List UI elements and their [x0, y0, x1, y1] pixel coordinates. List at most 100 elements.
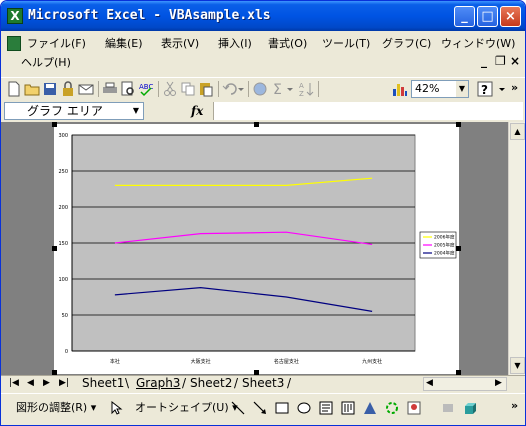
undo-icon[interactable] [222, 81, 244, 97]
oval-tool-icon[interactable] [297, 401, 311, 415]
spelling-icon[interactable]: ABC [138, 81, 154, 97]
hyperlink-icon[interactable] [252, 81, 268, 97]
tab-sheet2[interactable]: Sheet2 [190, 376, 232, 391]
excel-icon[interactable]: X [7, 8, 23, 24]
diagram-icon[interactable] [385, 401, 399, 415]
selection-handle[interactable] [456, 246, 461, 251]
insert-function-icon[interactable]: fx [191, 103, 203, 119]
autosum-icon[interactable]: Σ [272, 81, 294, 97]
tab-sheet3[interactable]: Sheet3 [242, 376, 284, 391]
selection-handle[interactable] [456, 122, 461, 127]
window-title: Microsoft Excel - VBAsample.xls [28, 8, 271, 23]
prev-sheet-icon[interactable]: ◀ [27, 377, 34, 390]
workbook-icon[interactable] [7, 36, 21, 51]
svg-text:A: A [299, 82, 304, 90]
arrow-tool-icon[interactable] [253, 401, 267, 415]
legend-label: 2004年度 [434, 250, 455, 257]
chart-sheet-area: 0 50 100 150 200 250 300 本社 大阪支社 名古屋支社 九州支社 2006年度 2… [1, 122, 508, 375]
zoom-box[interactable]: 42% ▼ [411, 80, 469, 98]
scroll-up-icon[interactable]: ▲ [510, 123, 525, 140]
y-tick-label: 50 [62, 313, 68, 319]
x-tick-label: 九州支社 [362, 358, 382, 365]
fill-color-icon[interactable] [441, 401, 455, 415]
menu-tools[interactable]: ツール(T) [322, 35, 370, 53]
close-icon: × [505, 9, 516, 24]
selection-handle[interactable] [52, 246, 57, 251]
drawing-toolbar-options-button[interactable]: » [511, 399, 518, 413]
help-icon[interactable]: ? [477, 81, 493, 97]
formula-input[interactable] [213, 102, 523, 120]
menu-file[interactable]: ファイル(F) [27, 35, 86, 53]
toolbar-separator [318, 81, 319, 97]
y-tick-label: 150 [58, 241, 68, 247]
chart-wizard-icon[interactable] [392, 81, 408, 97]
menu-window[interactable]: ウィンドウ(W) [441, 35, 515, 53]
select-objects-icon[interactable] [109, 401, 123, 415]
clip-art-icon[interactable] [407, 401, 421, 415]
excel-window: X Microsoft Excel - VBAsample.xls _ □ × … [0, 0, 526, 426]
last-sheet-icon[interactable]: ▶| [59, 377, 69, 390]
tab-sheet1[interactable]: Sheet1 [82, 376, 124, 391]
toolbar-dropdown-icon[interactable] [497, 81, 507, 97]
paste-icon[interactable] [198, 81, 214, 97]
name-box[interactable]: グラフ エリア [4, 102, 144, 120]
close-button[interactable]: × [500, 6, 521, 27]
minimize-icon: _ [461, 9, 468, 24]
menu-help[interactable]: ヘルプ(H) [21, 54, 71, 72]
print-preview-icon[interactable] [120, 81, 136, 97]
selection-handle[interactable] [254, 122, 259, 127]
tab-graph3[interactable]: Graph3 [136, 376, 180, 391]
y-tick-label: 300 [58, 133, 68, 139]
vertical-text-box-icon[interactable] [341, 401, 355, 415]
vertical-scrollbar[interactable]: ▲ ▼ [508, 122, 525, 375]
maximize-icon: □ [481, 9, 494, 24]
toolbar-separator [248, 81, 249, 97]
autoshapes-menu-label: オートシェイプ(U) [135, 401, 229, 414]
3d-style-icon[interactable] [463, 401, 477, 415]
copy-icon[interactable] [180, 81, 196, 97]
line-chart[interactable]: 050100150200250300本社 大阪支社 名古屋支社 九州支社2006年度2… [54, 124, 459, 374]
permission-icon[interactable] [60, 81, 76, 97]
scroll-down-icon[interactable]: ▼ [510, 357, 525, 374]
wordart-icon[interactable] [363, 401, 377, 415]
cut-icon[interactable] [162, 81, 178, 97]
next-sheet-icon[interactable]: ▶ [43, 377, 50, 390]
menu-edit[interactable]: 編集(E) [105, 35, 143, 53]
scroll-right-icon[interactable]: ▶ [495, 377, 502, 390]
chart-area[interactable]: 0 50 100 150 200 250 300 本社 大阪支社 名古屋支社 九州支社 2006年度 2… [54, 124, 459, 374]
sort-ascending-icon[interactable]: AZ [298, 81, 314, 97]
zoom-value: 42% [415, 82, 440, 95]
doc-minimize-icon[interactable]: _ [481, 53, 487, 69]
maximize-button[interactable]: □ [477, 6, 498, 27]
rectangle-tool-icon[interactable] [275, 401, 289, 415]
menu-insert[interactable]: 挿入(I) [218, 35, 252, 53]
menu-chart[interactable]: グラフ(C) [382, 35, 431, 53]
draw-menu-button[interactable]: 図形の調整(R) ▾ [16, 401, 96, 415]
toolbar-options-button[interactable]: » [511, 79, 518, 97]
open-folder-icon[interactable] [24, 81, 40, 97]
chevron-down-icon[interactable]: ▼ [130, 103, 142, 119]
save-icon[interactable] [42, 81, 58, 97]
y-tick-label: 100 [58, 277, 68, 283]
selection-handle[interactable] [52, 122, 57, 127]
email-icon[interactable] [78, 81, 94, 97]
chevron-down-icon[interactable]: ▼ [456, 81, 468, 97]
doc-restore-icon[interactable]: ❐ [495, 53, 506, 69]
menu-view[interactable]: 表示(V) [161, 35, 199, 53]
text-box-icon[interactable] [319, 401, 333, 415]
scroll-left-icon[interactable]: ◀ [426, 377, 433, 390]
doc-close-icon[interactable]: × [510, 53, 520, 69]
menu-format[interactable]: 書式(O) [268, 35, 307, 53]
print-icon[interactable] [102, 81, 118, 97]
x-tick-label: 名古屋支社 [274, 358, 299, 365]
legend-label: 2006年度 [434, 234, 455, 241]
svg-text:ABC: ABC [139, 83, 153, 91]
first-sheet-icon[interactable]: |◀ [9, 377, 19, 390]
tab-separator: \ [125, 376, 130, 390]
new-file-icon[interactable] [6, 81, 22, 97]
y-tick-label: 250 [58, 169, 68, 175]
title-bar[interactable]: X Microsoft Excel - VBAsample.xls _ □ × [1, 1, 525, 31]
minimize-button[interactable]: _ [454, 6, 475, 27]
autoshapes-menu-button[interactable]: オートシェイプ(U) ▾ [135, 401, 238, 415]
line-tool-icon[interactable] [231, 401, 245, 415]
